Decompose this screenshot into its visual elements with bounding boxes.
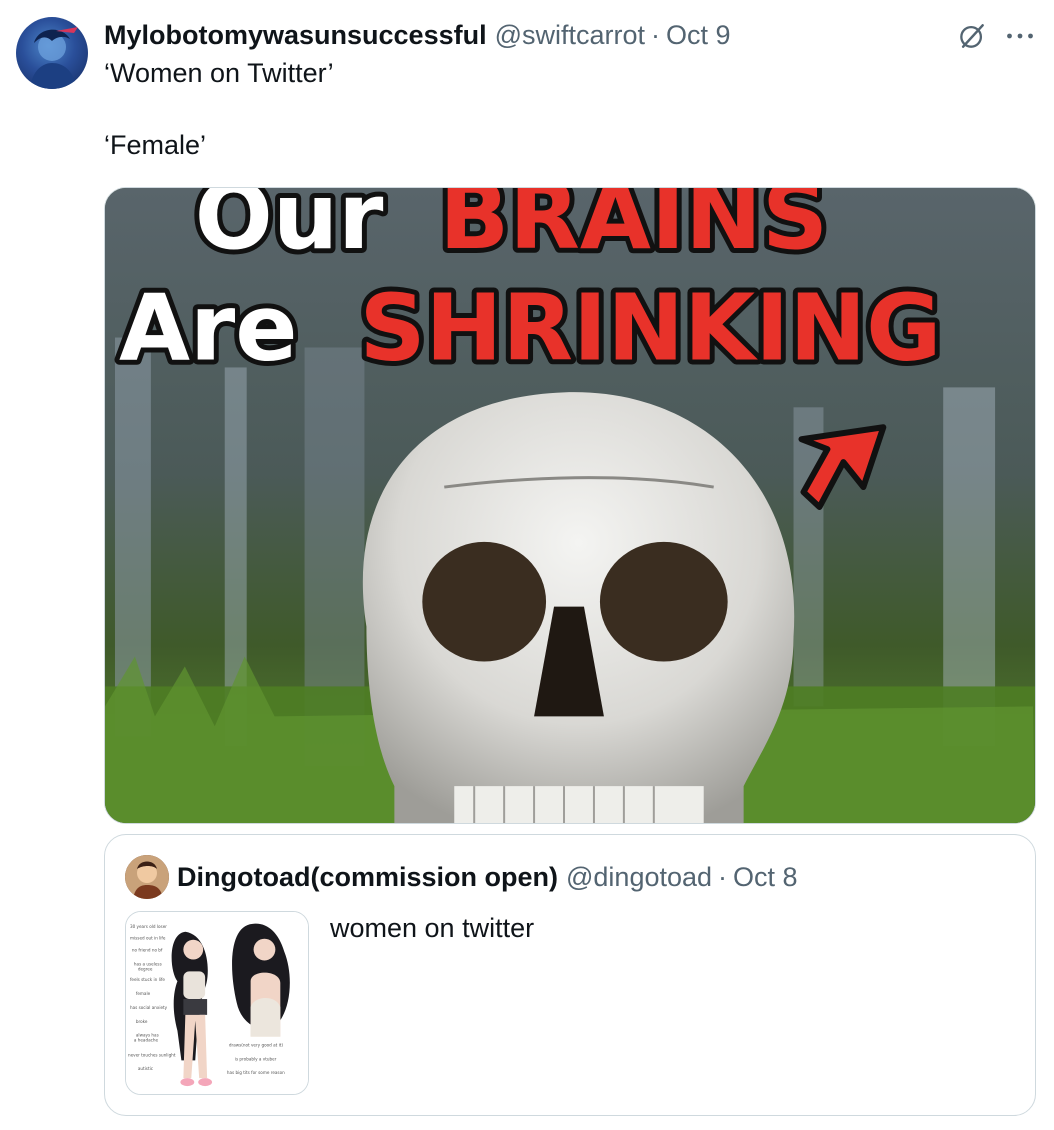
headline-brains: BRAINS: [439, 188, 828, 270]
headline-are: Are: [119, 275, 298, 382]
tweet-date[interactable]: Oct 9: [666, 20, 731, 51]
author-display-name[interactable]: Mylobotomywasunsuccessful: [104, 20, 487, 51]
thumb-label: draws(not very good at it): [229, 1043, 283, 1048]
thumb-label: is probably a vtuber: [235, 1056, 277, 1061]
author-avatar[interactable]: [16, 17, 88, 89]
thumb-label: has big tits for some reason: [227, 1070, 285, 1075]
quoted-separator-dot: ·: [718, 861, 728, 892]
tweet-media-image[interactable]: Our BRAINS Are SHRINKING: [104, 187, 1036, 824]
headline-shrinking: SHRINKING: [359, 275, 941, 382]
thumb-label: female: [136, 991, 151, 996]
thumb-label: no friend no bf: [132, 948, 163, 953]
thumb-label: missed out in life: [130, 936, 166, 941]
tweet-header: Mylobotomywasunsuccessful @swiftcarrot ·…: [104, 17, 731, 53]
quoted-tweet-text: women on twitter: [330, 913, 535, 943]
thumb-label: feels stuck in life: [130, 977, 165, 982]
quoted-media-thumbnail[interactable]: 30 years old loser missed out in life no…: [125, 911, 309, 1095]
quoted-tweet-card[interactable]: Dingotoad(commission open) @dingotoad · …: [104, 834, 1036, 1116]
more-options-button[interactable]: [1000, 18, 1040, 54]
quoted-tweet-header: Dingotoad(commission open) @dingotoad · …: [177, 859, 798, 895]
quoted-author-handle[interactable]: @dingotoad: [566, 862, 712, 893]
quoted-author-avatar[interactable]: [125, 855, 169, 899]
grok-icon: [960, 24, 984, 48]
tweet-text-line-2: ‘Female’: [104, 130, 207, 160]
quoted-tweet-date[interactable]: Oct 8: [733, 862, 798, 893]
thumb-label: 30 years old loser: [130, 924, 167, 929]
thumb-label: a headache: [134, 1038, 159, 1043]
separator-dot: ·: [651, 19, 661, 50]
tweet: Mylobotomywasunsuccessful @swiftcarrot ·…: [0, 0, 1054, 1130]
thumb-label: autistic: [138, 1066, 154, 1071]
author-handle[interactable]: @swiftcarrot: [495, 20, 645, 51]
thumb-label: degree: [138, 966, 153, 971]
more-icon: [1007, 33, 1033, 39]
thumb-label: broke: [136, 1019, 148, 1024]
quoted-author-display-name[interactable]: Dingotoad(commission open): [177, 862, 558, 893]
headline-our: Our: [195, 188, 384, 270]
tweet-text-line-1: ‘Women on Twitter’: [104, 58, 334, 88]
thumb-label: never touches sunlight: [128, 1052, 176, 1057]
grok-button[interactable]: [954, 18, 990, 54]
thumb-label: has social anxiety: [130, 1005, 168, 1010]
